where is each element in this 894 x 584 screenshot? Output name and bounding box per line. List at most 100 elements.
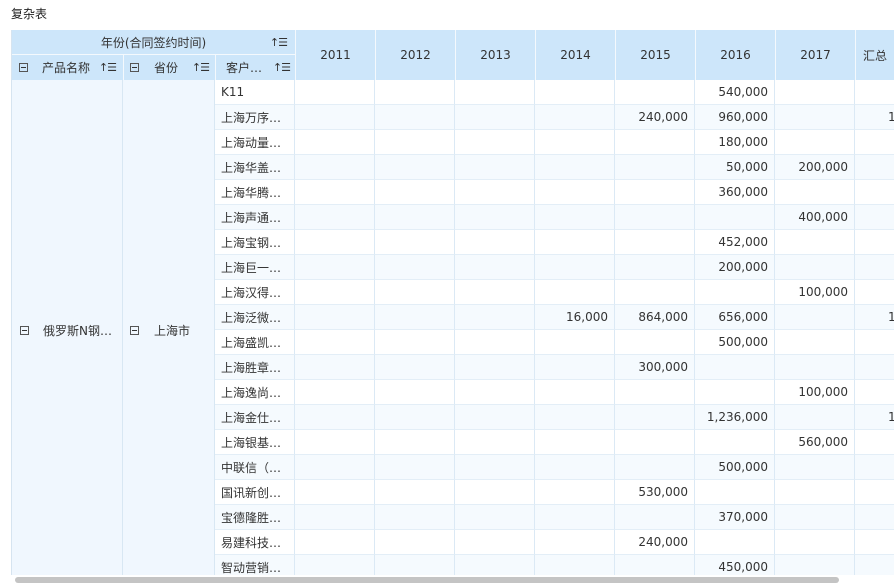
total-cell: 4 [855,555,894,575]
value-cell-2012 [375,180,455,205]
customer-cell: 宝德隆胜… [215,505,295,530]
value-cell-2011 [295,330,375,355]
value-cell-2012 [375,305,455,330]
table-row: 上海金仕… 1,236,000 1,2 [12,405,894,430]
collapse-icon[interactable] [130,63,139,72]
value-cell-2014 [535,255,615,280]
total-cell: 4 [855,230,894,255]
value-cell-2015 [615,205,695,230]
value-cell-2011 [295,130,375,155]
page-title: 复杂表 [11,7,48,21]
value-cell-2011 [295,255,375,280]
value-cell-2011 [295,155,375,180]
value-cell-2015: 300,000 [615,355,695,380]
value-cell-2011 [295,555,375,575]
dim-label-province: 省份 [154,61,179,75]
value-cell-2012 [375,405,455,430]
customer-cell: 上海万序… [215,105,295,130]
value-cell-2013 [455,130,535,155]
value-cell-2013 [455,180,535,205]
value-cell-2014 [535,455,615,480]
value-cell-2016: 656,000 [695,305,775,330]
total-cell: 2 [855,530,894,555]
table-row: 智动营销… 450,000 4 [12,555,894,575]
value-cell-2014 [535,155,615,180]
value-cell-2013 [455,555,535,575]
customer-cell: 上海逸尚… [215,380,295,405]
value-cell-2011 [295,280,375,305]
customer-cell: 上海动量… [215,130,295,155]
value-cell-2013 [455,155,535,180]
value-cell-2011 [295,105,375,130]
value-cell-2011 [295,305,375,330]
total-cell: 5 [855,330,894,355]
value-cell-2017 [775,180,855,205]
total-cell: 1 [855,380,894,405]
value-cell-2011 [295,480,375,505]
value-cell-2013 [455,480,535,505]
value-cell-2016: 1,236,000 [695,405,775,430]
value-cell-2017 [775,530,855,555]
value-cell-2016 [695,430,775,455]
customer-cell: 上海宝钢… [215,230,295,255]
table-row: 上海银基… 560,0005 [12,430,894,455]
collapse-icon[interactable] [19,63,28,72]
table-row: 上海华盖… 50,000200,0002 [12,155,894,180]
year-header-2011: 2011 [320,48,351,62]
customer-cell: 上海胜章… [215,355,295,380]
value-cell-2014 [535,480,615,505]
sort-icon[interactable]: ↑☰ [192,61,210,74]
value-cell-2016 [695,355,775,380]
value-cell-2016: 200,000 [695,255,775,280]
value-cell-2014 [535,505,615,530]
value-cell-2013 [455,105,535,130]
value-cell-2015 [615,455,695,480]
value-cell-2012 [375,130,455,155]
table-header: 年份(合同签约时间) ↑☰ 产品名称 ↑☰ 省份 ↑☰ 客户… ↑☰ 2011 2… [12,30,894,80]
value-cell-2016: 50,000 [695,155,775,180]
value-cell-2017: 560,000 [775,430,855,455]
sort-icon[interactable]: ↑☰ [273,61,291,74]
value-cell-2011 [295,230,375,255]
value-cell-2017: 100,000 [775,380,855,405]
value-cell-2014 [535,105,615,130]
year-header-2012: 2012 [400,48,431,62]
year-header-2013: 2013 [480,48,511,62]
value-cell-2013 [455,280,535,305]
dim-header-product: 产品名称 ↑☰ [12,55,123,80]
value-cell-2014 [535,430,615,455]
year-header-2017: 2017 [800,48,831,62]
value-cell-2013 [455,505,535,530]
value-cell-2012 [375,530,455,555]
total-cell: 3 [855,180,894,205]
value-cell-2013 [455,305,535,330]
table-row: 中联信（… 500,000 5 [12,455,894,480]
value-cell-2017: 200,000 [775,155,855,180]
table-row: 上海宝钢… 452,000 4 [12,230,894,255]
total-cell: 1 [855,280,894,305]
sort-icon[interactable]: ↑☰ [99,61,117,74]
value-cell-2011 [295,530,375,555]
sort-icon[interactable]: ↑☰ [270,36,288,49]
value-cell-2015 [615,280,695,305]
value-cell-2011 [295,455,375,480]
total-cell: 5 [855,455,894,480]
value-cell-2014 [535,530,615,555]
customer-cell: 智动营销… [215,555,295,575]
table-row: 国讯新创… 530,000 5 [12,480,894,505]
value-cell-2016: 450,000 [695,555,775,575]
table-row: 上海万序… 240,000960,000 1,2 [12,105,894,130]
value-cell-2011 [295,430,375,455]
dim-label-customer: 客户… [226,61,263,75]
total-cell: 4 [855,205,894,230]
table-row: 上海泛微… 16,000864,000656,000 1,5 [12,305,894,330]
customer-cell: 上海华腾… [215,180,295,205]
value-cell-2016: 500,000 [695,330,775,355]
horizontal-scrollbar[interactable] [15,577,839,583]
value-cell-2015 [615,130,695,155]
value-cell-2013 [455,330,535,355]
value-cell-2016: 540,000 [695,80,775,105]
value-cell-2011 [295,80,375,105]
value-cell-2017 [775,355,855,380]
value-cell-2013 [455,405,535,430]
